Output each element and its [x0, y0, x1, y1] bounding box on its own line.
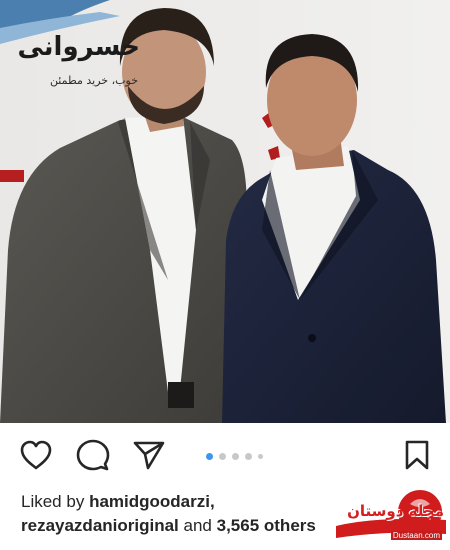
carousel-dot: [219, 453, 226, 460]
bookmark-icon: [405, 440, 429, 470]
post-photo[interactable]: خسروانی خوب، خرید مطمئن: [0, 0, 450, 423]
liker-username-link[interactable]: rezayazdanioriginal: [21, 516, 179, 535]
like-button[interactable]: [16, 435, 56, 475]
carousel-dot-active: [206, 453, 213, 460]
watermark-title: مجله دوستان: [347, 502, 444, 520]
likes-connector: and: [183, 516, 212, 535]
banner-title: خسروانی: [17, 32, 140, 62]
comment-icon: [76, 439, 110, 471]
share-button[interactable]: [129, 435, 169, 475]
save-button[interactable]: [397, 435, 437, 475]
post-action-bar: [0, 423, 450, 489]
paper-plane-icon: [133, 441, 165, 470]
site-watermark: مجله دوستان Dustaan.com: [328, 490, 450, 545]
likes-prefix: Liked by: [21, 492, 85, 511]
comment-button[interactable]: [73, 435, 113, 475]
banner-subtitle: خوب، خرید مطمئن: [49, 74, 138, 87]
photo-banner: خسروانی خوب، خرید مطمئن: [0, 0, 150, 110]
carousel-dot: [232, 453, 239, 460]
carousel-dot: [245, 453, 252, 460]
likes-count-link[interactable]: 3,565 others: [217, 516, 316, 535]
carousel-dot: [258, 454, 263, 459]
watermark-url: Dustaan.com: [390, 531, 442, 540]
heart-icon: [20, 440, 52, 470]
liker-username-link[interactable]: hamidgoodarzi,: [89, 492, 215, 511]
carousel-indicator: [206, 453, 263, 460]
